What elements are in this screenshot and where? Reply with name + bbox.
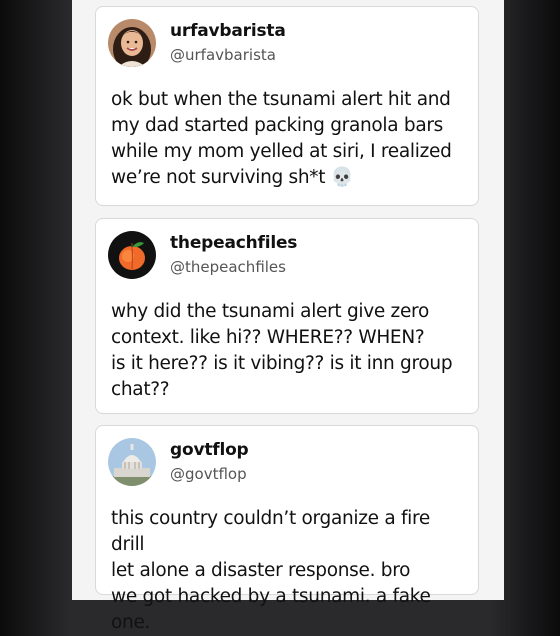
feed-column: urfavbarista @urfavbarista ok but when t…: [72, 0, 504, 633]
avatar[interactable]: [108, 231, 156, 279]
avatar[interactable]: [108, 438, 156, 486]
author-handle[interactable]: @govtflop: [170, 465, 247, 483]
post-card[interactable]: urfavbarista @urfavbarista ok but when t…: [95, 6, 479, 206]
post-text: why did the tsunami alert give zero cont…: [111, 301, 453, 400]
post-text: ok but when the tsunami alert hit and my…: [111, 89, 452, 188]
peach-icon: [108, 231, 156, 279]
author-handle[interactable]: @urfavbarista: [170, 46, 276, 64]
post-card[interactable]: thepeachfiles @thepeachfiles why did the…: [95, 218, 479, 414]
author-name[interactable]: thepeachfiles: [170, 233, 297, 253]
portrait-photo-avatar: [108, 19, 156, 67]
author-handle[interactable]: @thepeachfiles: [170, 258, 286, 276]
post-card[interactable]: govtflop @govtflop this country couldn’t…: [95, 425, 479, 633]
author-name[interactable]: urfavbarista: [170, 21, 286, 41]
post-text: this country couldn’t organize a fire dr…: [111, 508, 431, 633]
avatar[interactable]: [108, 19, 156, 67]
author-name[interactable]: govtflop: [170, 440, 249, 460]
capitol-building-icon: [108, 438, 156, 486]
